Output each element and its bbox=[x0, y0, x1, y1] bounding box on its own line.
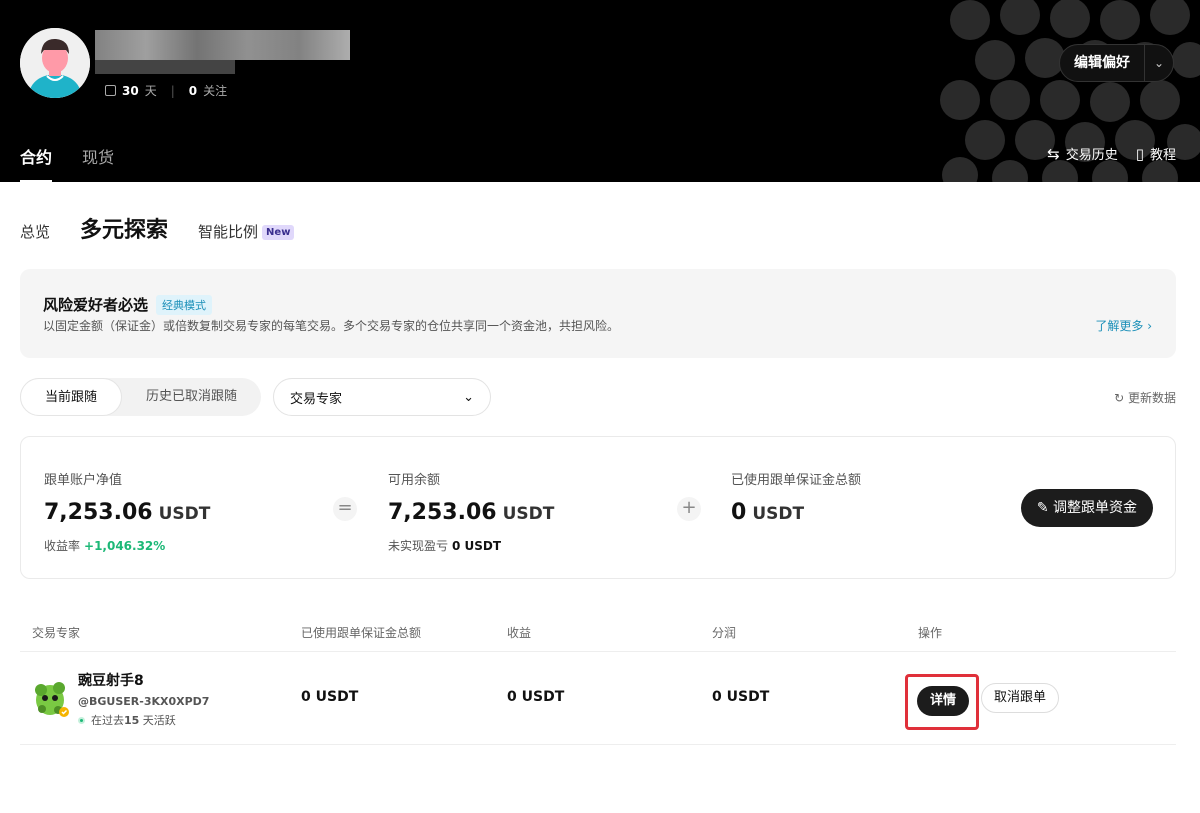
activity-text: 在过去15 天活跃 bbox=[91, 712, 176, 728]
market-tabs: 合约 现货 bbox=[20, 144, 114, 182]
equals-sign: = bbox=[333, 497, 357, 521]
history-unfollowed-option[interactable]: 历史已取消跟随 bbox=[122, 378, 261, 416]
col-profit: 收益 bbox=[507, 626, 532, 640]
book-icon: ▯ bbox=[1135, 145, 1144, 163]
table-row: 豌豆射手8 @BGUSER-3KX0XPD7 在过去15 天活跃 0 USDT … bbox=[20, 652, 1176, 745]
tutorial-label: 教程 bbox=[1149, 148, 1176, 163]
col-trader: 交易专家 bbox=[32, 626, 81, 640]
swap-arrows-icon: ⇆ bbox=[1047, 145, 1060, 163]
used-margin-number: 0 bbox=[731, 500, 747, 525]
account-summary-card: 跟单账户净值 7,253.06 USDT 收益率 +1,046.32% = 可用余额… bbox=[20, 436, 1176, 579]
username-sub-redacted bbox=[95, 60, 235, 74]
tutorial-link[interactable]: ▯ 教程 bbox=[1136, 144, 1176, 163]
learn-more-link[interactable]: 了解更多 › bbox=[1095, 317, 1152, 334]
banner-title-row: 风险爱好者必选 经典模式 bbox=[43, 294, 213, 315]
mode-info-banner: 风险爱好者必选 经典模式 以固定金额（保证金）或倍数复制交易专家的每笔交易。多个… bbox=[20, 269, 1176, 358]
tab-smart-ratio[interactable]: 智能比例 New bbox=[198, 221, 295, 242]
available-balance-value: 7,253.06 USDT bbox=[388, 500, 554, 525]
trader-avatar[interactable] bbox=[32, 676, 72, 718]
row-profit-share: 0 USDT bbox=[712, 689, 770, 705]
trade-history-link[interactable]: ⇆ 交易历史 bbox=[1047, 144, 1118, 163]
trader-activity: 在过去15 天活跃 bbox=[78, 712, 176, 728]
edit-preferences-label[interactable]: 编辑偏好 bbox=[1060, 45, 1145, 81]
unrealized-pnl-row: 未实现盈亏 0 USDT bbox=[388, 537, 554, 554]
used-margin-value: 0 USDT bbox=[731, 500, 861, 525]
trade-history-label: 交易历史 bbox=[1065, 148, 1118, 163]
adjust-funds-button[interactable]: ✎ 调整跟单资金 bbox=[1020, 489, 1153, 527]
yield-label: 收益率 bbox=[44, 539, 81, 553]
details-button[interactable]: 详情 bbox=[917, 686, 969, 716]
follow-unit: 关注 bbox=[203, 84, 228, 98]
unrealized-pnl-label: 未实现盈亏 bbox=[388, 539, 449, 553]
edit-pencil-icon: ✎ bbox=[1036, 500, 1049, 516]
trader-select[interactable]: 交易专家 ⌄ bbox=[273, 378, 491, 416]
activity-suffix: 天活跃 bbox=[139, 714, 176, 727]
follow-status-toggle: 当前跟随 历史已取消跟随 bbox=[20, 378, 262, 416]
net-value-label: 跟单账户净值 bbox=[44, 473, 123, 488]
yield-value: +1,046.32% bbox=[84, 539, 166, 553]
chevron-down-icon[interactable]: ⌄ bbox=[1145, 45, 1173, 81]
col-profit-share: 分润 bbox=[712, 626, 737, 640]
username-redacted bbox=[95, 30, 350, 60]
stats-divider: | bbox=[170, 83, 175, 98]
user-avatar[interactable] bbox=[20, 28, 90, 98]
available-balance-number: 7,253.06 bbox=[388, 500, 497, 525]
unrealized-pnl-value: 0 USDT bbox=[452, 539, 502, 553]
activity-prefix: 在过去 bbox=[91, 714, 124, 727]
yield-row: 收益率 +1,046.32% bbox=[44, 537, 210, 554]
activity-days: 15 bbox=[124, 714, 140, 727]
tab-overview[interactable]: 总览 bbox=[20, 221, 50, 242]
cancel-follow-button[interactable]: 取消跟单 bbox=[981, 683, 1060, 713]
row-profit: 0 USDT bbox=[507, 689, 565, 705]
net-value-number: 7,253.06 bbox=[44, 500, 153, 525]
available-balance-unit: USDT bbox=[502, 504, 555, 524]
col-used-margin: 已使用跟单保证金总额 bbox=[301, 626, 422, 640]
trader-uid: @BGUSER-3KX0XPD7 bbox=[78, 695, 210, 708]
smart-ratio-label: 智能比例 bbox=[198, 223, 259, 241]
net-value-stat: 跟单账户净值 7,253.06 USDT 收益率 +1,046.32% bbox=[44, 469, 210, 554]
tab-explore[interactable]: 多元探索 bbox=[80, 212, 168, 244]
refresh-icon: ↻ bbox=[1114, 391, 1125, 405]
used-margin-label: 已使用跟单保证金总额 bbox=[731, 473, 862, 488]
header-links: ⇆ 交易历史 ▯ 教程 bbox=[1047, 144, 1176, 163]
active-status-dot bbox=[78, 716, 85, 724]
new-badge: New bbox=[262, 225, 295, 240]
available-balance-stat: 可用余额 7,253.06 USDT 未实现盈亏 0 USDT bbox=[388, 469, 554, 554]
available-balance-label: 可用余额 bbox=[388, 473, 441, 488]
copy-mode-nav: 总览 多元探索 智能比例 New bbox=[20, 212, 295, 244]
banner-title: 风险爱好者必选 bbox=[43, 296, 149, 314]
col-actions: 操作 bbox=[918, 626, 943, 640]
chevron-down-icon: ⌄ bbox=[463, 389, 474, 405]
traders-table-header: 交易专家 已使用跟单保证金总额 收益 分润 操作 bbox=[20, 622, 1176, 652]
profile-stats: 30 天 | 0 关注 bbox=[105, 82, 227, 99]
tab-futures[interactable]: 合约 bbox=[20, 144, 53, 182]
current-following-option[interactable]: 当前跟随 bbox=[20, 378, 123, 416]
details-highlight-box: 详情 bbox=[905, 674, 979, 730]
net-value-unit: USDT bbox=[158, 504, 211, 524]
row-used-margin: 0 USDT bbox=[301, 689, 359, 705]
trader-select-value: 交易专家 bbox=[290, 391, 343, 407]
profile-header: 30 天 | 0 关注 编辑偏好 ⌄ 合约 现货 ⇆ 交易历史 ▯ 教程 bbox=[0, 0, 1200, 182]
days-unit: 天 bbox=[144, 84, 157, 98]
used-margin-stat: 已使用跟单保证金总额 0 USDT bbox=[731, 469, 861, 525]
follow-value: 0 bbox=[188, 83, 198, 98]
classic-mode-tag: 经典模式 bbox=[156, 294, 213, 315]
adjust-funds-label: 调整跟单资金 bbox=[1053, 500, 1137, 516]
tab-spot[interactable]: 现货 bbox=[82, 144, 114, 182]
refresh-label: 更新数据 bbox=[1127, 391, 1176, 405]
net-value: 7,253.06 USDT bbox=[44, 500, 210, 525]
trader-name[interactable]: 豌豆射手8 bbox=[78, 670, 144, 690]
used-margin-unit: USDT bbox=[752, 504, 805, 524]
refresh-data-button[interactable]: ↻ 更新数据 bbox=[1114, 389, 1176, 406]
edit-preferences-button[interactable]: 编辑偏好 ⌄ bbox=[1059, 44, 1174, 82]
banner-description: 以固定金额（保证金）或倍数复制交易专家的每笔交易。多个交易专家的仓位共享同一个资… bbox=[43, 319, 620, 333]
calendar-icon bbox=[105, 85, 116, 96]
plus-sign: + bbox=[677, 497, 701, 521]
days-value: 30 bbox=[122, 83, 139, 98]
